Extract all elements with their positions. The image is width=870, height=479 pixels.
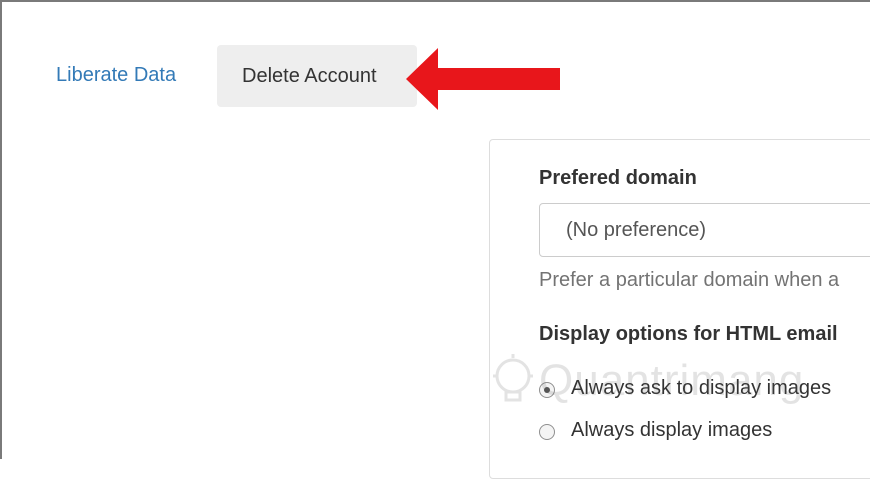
preferred-domain-label: Prefered domain xyxy=(539,167,697,189)
radio-button-checked[interactable] xyxy=(539,382,555,398)
preferred-domain-help: Prefer a particular domain when a xyxy=(539,269,840,291)
radio-label: Always display images xyxy=(571,419,773,441)
tab-delete-account[interactable]: Delete Account xyxy=(217,45,417,107)
red-arrow-left-icon xyxy=(406,48,560,110)
radio-button[interactable] xyxy=(539,424,555,440)
radio-label: Always ask to display images xyxy=(571,377,832,399)
tab-liberate-data[interactable]: Liberate Data xyxy=(56,64,176,87)
display-options-label: Display options for HTML email xyxy=(539,323,838,345)
preferred-domain-select[interactable]: (No preference) xyxy=(539,203,870,257)
settings-window: Liberate Data Delete Account Prefered do… xyxy=(0,0,870,479)
